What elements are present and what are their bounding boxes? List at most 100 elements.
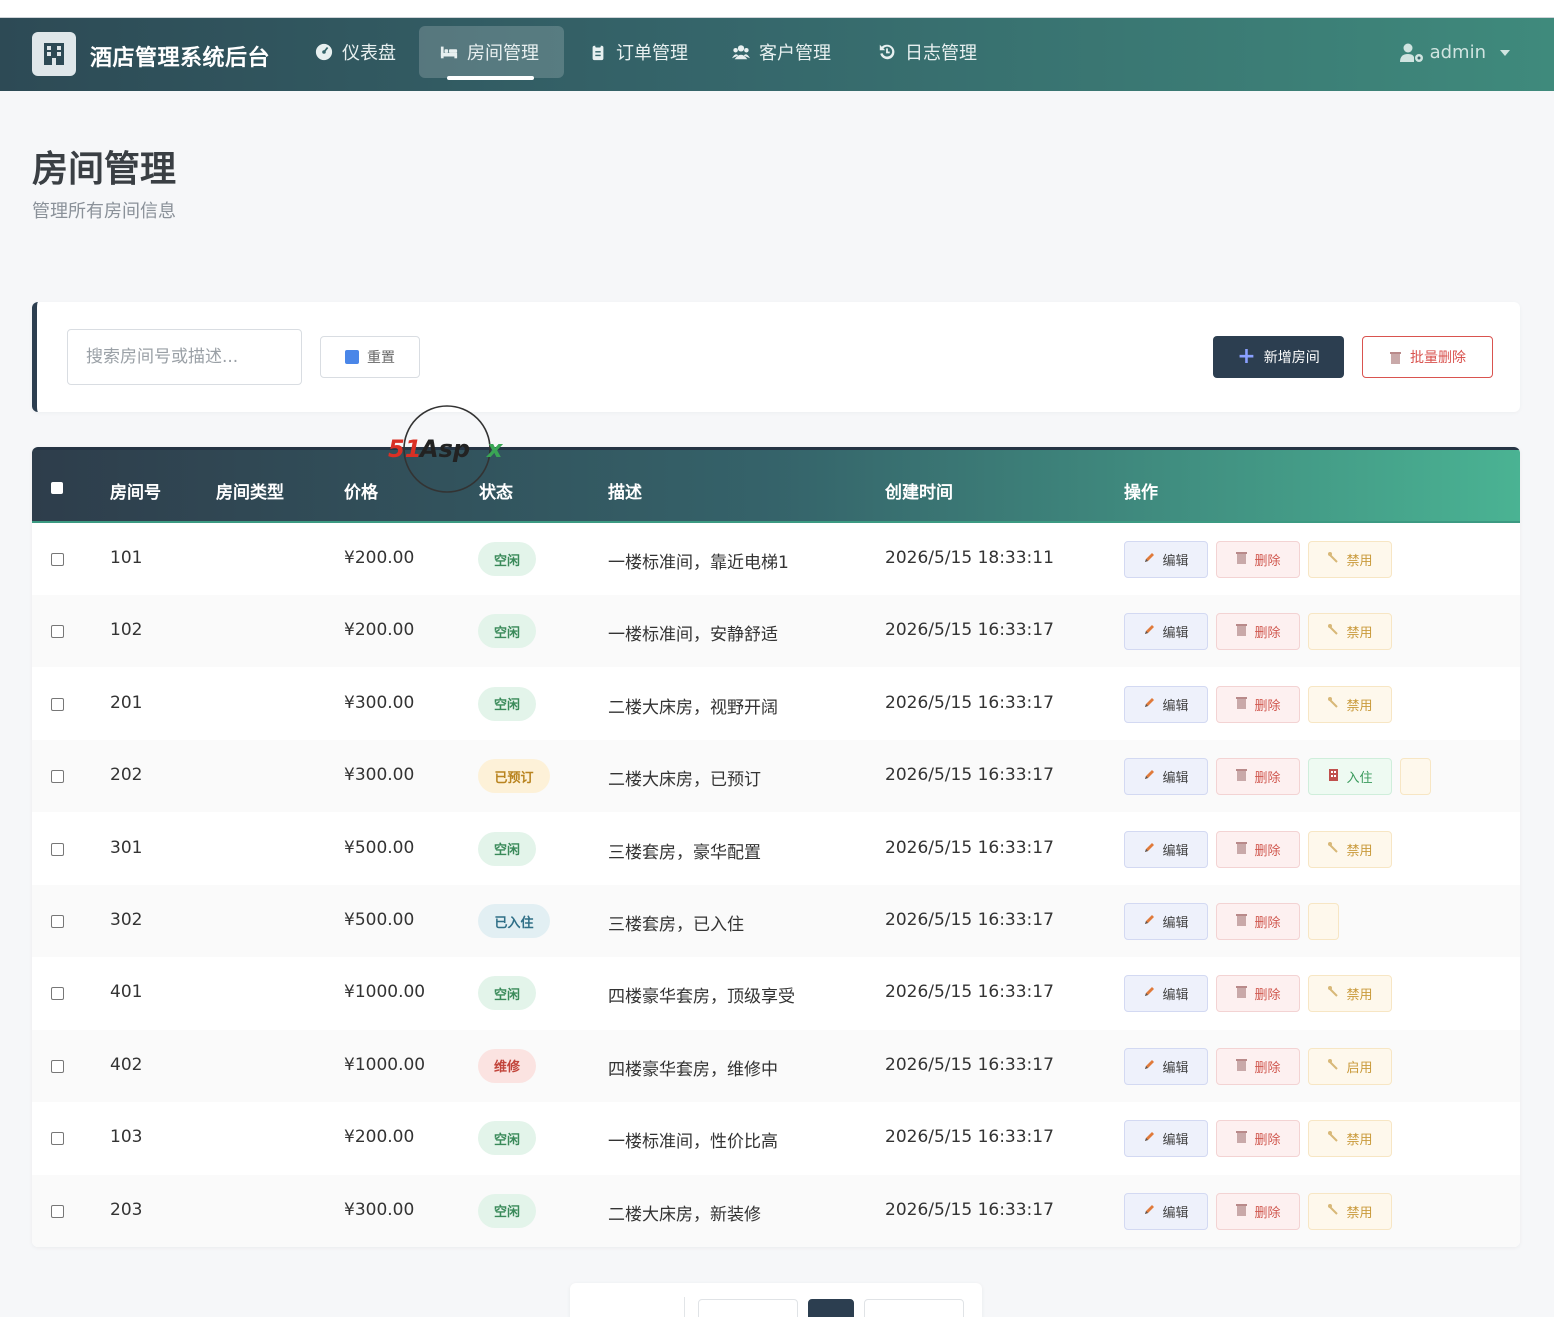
current-page-button[interactable]: [808, 1299, 854, 1317]
row-checkbox[interactable]: [51, 553, 64, 566]
delete-button[interactable]: 删除: [1216, 1047, 1300, 1085]
row-checkbox[interactable]: [51, 987, 64, 1001]
user-name: admin: [1429, 42, 1486, 63]
nav-orders[interactable]: 订单管理: [568, 26, 708, 78]
cell-desc: 一楼标准间，靠近电梯1: [608, 553, 789, 573]
checkin-button[interactable]: 入住: [1308, 758, 1392, 796]
disable-button[interactable]: 禁用: [1308, 830, 1392, 868]
user-menu[interactable]: admin: [1399, 42, 1510, 63]
search-input[interactable]: [67, 329, 302, 385]
nav-rooms[interactable]: 房间管理: [419, 26, 564, 80]
edit-button[interactable]: 编辑: [1124, 541, 1208, 578]
row-checkbox[interactable]: [51, 1059, 64, 1073]
delete-label: 删除: [1254, 1060, 1281, 1076]
edit-button[interactable]: 编辑: [1124, 830, 1208, 868]
row-checkbox[interactable]: [51, 770, 64, 784]
edit-button[interactable]: 编辑: [1124, 758, 1208, 796]
nav-customers-label: 客户管理: [759, 43, 831, 64]
disable-label: 禁用: [1346, 1133, 1373, 1149]
pencil-icon: [1143, 1130, 1156, 1147]
edit-button[interactable]: 编辑: [1124, 1120, 1208, 1158]
delete-button[interactable]: 删除: [1216, 613, 1300, 651]
row-checkbox[interactable]: [51, 625, 64, 639]
nav-dashboard[interactable]: 仪表盘: [294, 26, 416, 78]
delete-button[interactable]: 删除: [1216, 541, 1300, 578]
table-row: 401 ¥1000.00 空闲 四楼豪华套房，顶级享受 2026/5/15 16…: [32, 957, 1520, 1029]
hotel-icon: [1327, 768, 1340, 785]
cell-created: 2026/5/15 18:33:11: [885, 548, 1054, 568]
status-badge: 空闲: [478, 1193, 536, 1228]
edit-button[interactable]: 编辑: [1124, 1047, 1208, 1085]
edit-label: 编辑: [1162, 698, 1189, 714]
row-checkbox[interactable]: [51, 842, 64, 856]
row-checkbox[interactable]: [51, 697, 64, 711]
nav-customers[interactable]: 客户管理: [711, 26, 851, 78]
cell-price: ¥200.00: [344, 548, 415, 568]
delete-button[interactable]: 删除: [1216, 830, 1300, 868]
select-all-checkbox[interactable]: [51, 482, 63, 494]
disable-button[interactable]: 禁用: [1308, 685, 1392, 723]
extra-action-button[interactable]: [1308, 903, 1339, 940]
delete-button[interactable]: 删除: [1216, 975, 1300, 1013]
delete-label: 删除: [1254, 916, 1281, 931]
delete-button[interactable]: 删除: [1216, 685, 1300, 723]
enable-button[interactable]: 启用: [1308, 1047, 1392, 1085]
nav-logs[interactable]: 日志管理: [857, 26, 997, 78]
delete-button[interactable]: 删除: [1216, 758, 1300, 796]
edit-label: 编辑: [1162, 1205, 1189, 1221]
status-badge: 空闲: [478, 976, 536, 1011]
delete-button[interactable]: 删除: [1216, 903, 1300, 940]
prev-page-button[interactable]: [698, 1299, 798, 1317]
delete-button[interactable]: 删除: [1216, 1192, 1300, 1230]
row-checkbox[interactable]: [51, 1204, 64, 1218]
edit-button[interactable]: 编辑: [1124, 1192, 1208, 1230]
cell-created: 2026/5/15 16:33:17: [885, 1127, 1054, 1148]
disable-button[interactable]: 禁用: [1308, 613, 1392, 651]
disable-button[interactable]: 禁用: [1308, 1120, 1392, 1158]
delete-label: 删除: [1254, 1205, 1281, 1221]
cell-room-no: 202: [110, 765, 143, 786]
pencil-icon: [1143, 623, 1156, 640]
cell-price: ¥500.00: [344, 910, 415, 930]
pencil-icon: [1143, 551, 1156, 568]
reset-button[interactable]: 重置: [320, 336, 420, 378]
user-gear-icon: [1399, 43, 1423, 62]
delete-button[interactable]: 删除: [1216, 1120, 1300, 1158]
header-room-no: 房间号: [110, 483, 161, 503]
nav-orders-label: 订单管理: [616, 43, 688, 64]
edit-button[interactable]: 编辑: [1124, 975, 1208, 1013]
plus-icon: +: [1237, 344, 1256, 369]
svg-text:x: x: [486, 435, 504, 463]
cell-price: ¥1000.00: [344, 982, 426, 1003]
edit-label: 编辑: [1162, 843, 1189, 859]
row-checkbox[interactable]: [51, 915, 64, 928]
page-title: 房间管理: [32, 149, 177, 190]
next-page-button[interactable]: [864, 1299, 964, 1317]
extra-action-button[interactable]: [1400, 758, 1431, 796]
delete-label: 删除: [1254, 1133, 1281, 1149]
disable-button[interactable]: 禁用: [1308, 1192, 1392, 1230]
cell-desc: 二楼大床房，视野开阔: [608, 697, 778, 718]
edit-button[interactable]: 编辑: [1124, 903, 1208, 940]
add-room-button[interactable]: + 新增房间: [1213, 336, 1344, 378]
status-badge: 空闲: [478, 542, 536, 576]
header-desc: 描述: [608, 483, 642, 503]
edit-label: 编辑: [1162, 916, 1189, 931]
disable-label: 禁用: [1346, 843, 1373, 859]
edit-label: 编辑: [1162, 1060, 1189, 1076]
disable-label: 禁用: [1346, 1205, 1373, 1221]
pagination: [570, 1283, 982, 1317]
cell-price: ¥300.00: [344, 1199, 415, 1220]
disable-button[interactable]: 禁用: [1308, 975, 1392, 1013]
edit-button[interactable]: 编辑: [1124, 613, 1208, 651]
cell-desc: 三楼套房，已入住: [608, 915, 744, 935]
batch-delete-button[interactable]: 批量删除: [1362, 336, 1493, 378]
trash-icon: [1235, 1130, 1248, 1147]
table-row: 102 ¥200.00 空闲 一楼标准间，安静舒适 2026/5/15 16:3…: [32, 595, 1520, 668]
wrench-icon: [1327, 551, 1340, 568]
row-checkbox[interactable]: [51, 1132, 64, 1146]
pencil-icon: [1143, 1203, 1156, 1220]
edit-button[interactable]: 编辑: [1124, 685, 1208, 723]
pencil-icon: [1143, 1058, 1156, 1075]
disable-button[interactable]: 禁用: [1308, 541, 1392, 578]
